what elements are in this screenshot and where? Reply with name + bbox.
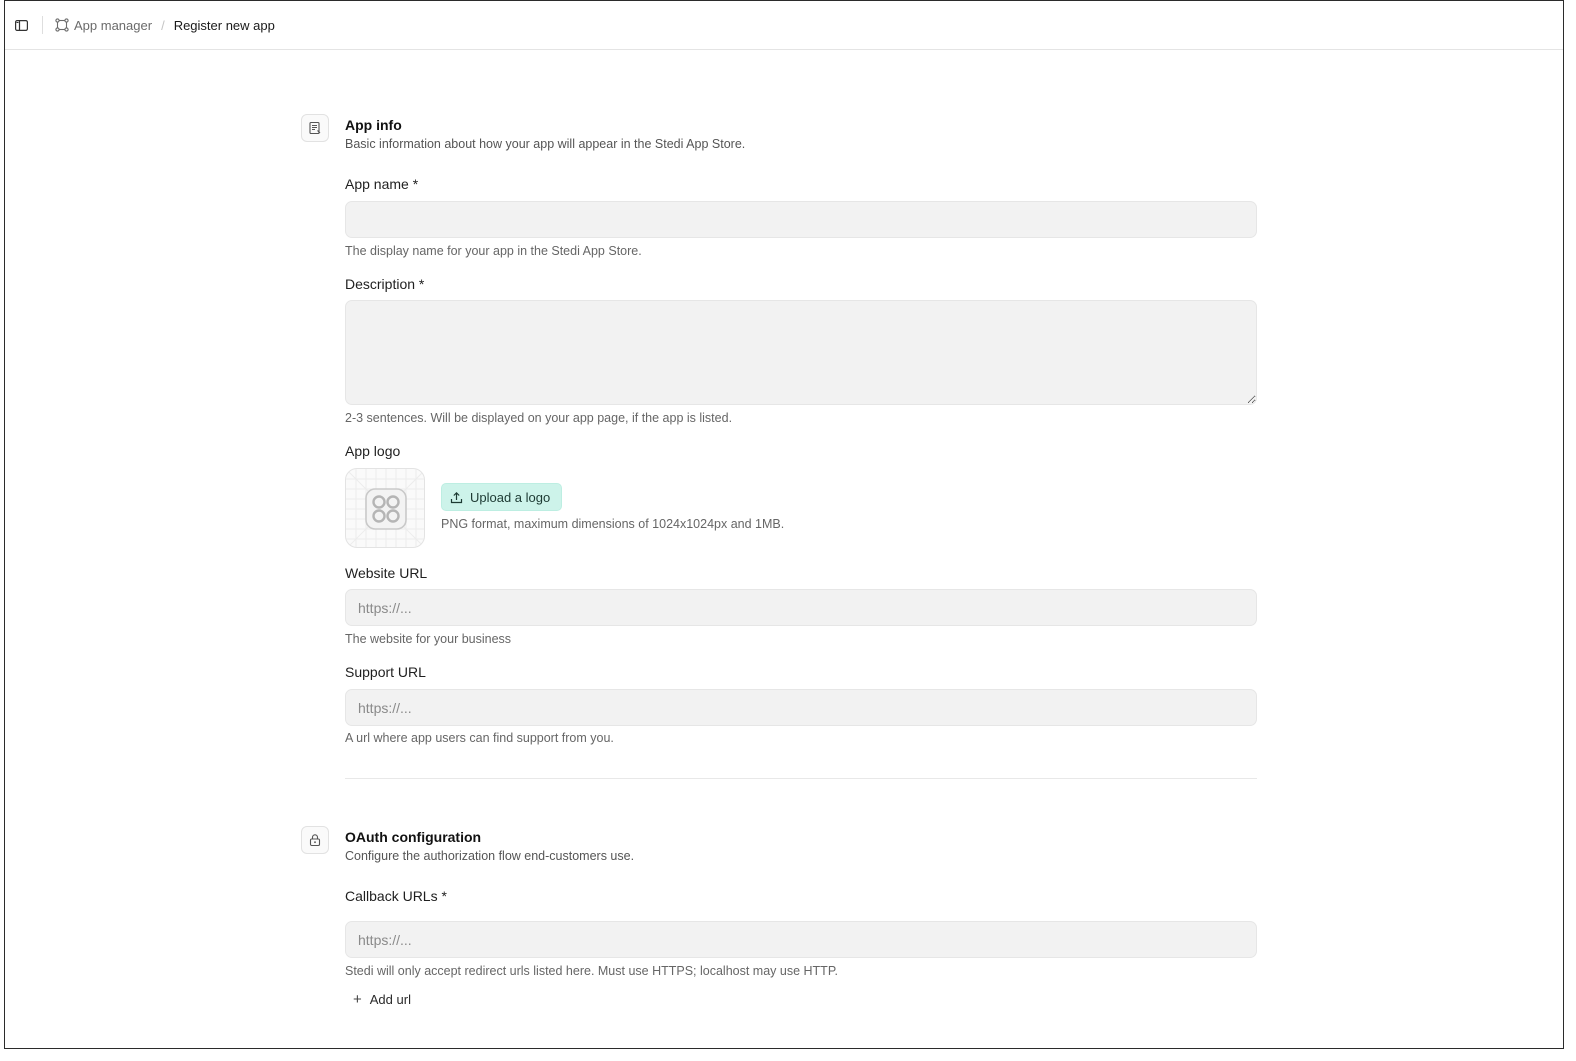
document-icon — [301, 114, 329, 142]
upload-icon — [450, 491, 463, 503]
app-window: App manager / Register new app App info … — [4, 0, 1564, 1049]
app-logo-placeholder-icon — [346, 469, 424, 547]
app-logo-help: PNG format, maximum dimensions of 1024x1… — [441, 517, 785, 531]
breadcrumb-current: Register new app — [173, 17, 275, 33]
description-label: Description * — [345, 276, 425, 292]
plus-icon: + — [353, 991, 362, 1008]
section-subtitle: Basic information about how your app wil… — [345, 137, 746, 151]
breadcrumb-separator: / — [161, 17, 165, 33]
upload-logo-button[interactable]: Upload a logo — [441, 483, 563, 511]
section-title: OAuth configuration — [345, 829, 482, 845]
add-url-button[interactable]: + Add url — [353, 992, 411, 1007]
callback-urls-label: Callback URLs * — [345, 888, 447, 904]
support-url-help: A url where app users can find support f… — [345, 731, 614, 745]
app-name-label: App name * — [345, 176, 419, 192]
support-url-label: Support URL — [345, 664, 426, 680]
support-url-input[interactable] — [345, 689, 1257, 726]
oauth-body: OAuth configuration Configure the author… — [345, 826, 1257, 1007]
app-name-input[interactable] — [345, 201, 1257, 238]
logo-placeholder — [345, 468, 425, 548]
breadcrumb: App manager / Register new app — [55, 18, 275, 33]
app-info-body: App info Basic information about how you… — [345, 114, 1257, 779]
section-subtitle: Configure the authorization flow end-cus… — [345, 849, 635, 863]
website-url-help: The website for your business — [345, 632, 512, 646]
upload-logo-label: Upload a logo — [470, 489, 551, 505]
callback-url-input[interactable] — [345, 921, 1257, 958]
website-url-label: Website URL — [345, 565, 428, 581]
app-name-help: The display name for your app in the Ste… — [345, 244, 642, 258]
app-logo-label: App logo — [345, 443, 401, 459]
sidebar-toggle-icon[interactable] — [14, 18, 28, 32]
top-bar: App manager / Register new app — [5, 1, 1563, 50]
description-textarea[interactable] — [345, 300, 1257, 405]
website-url-input[interactable] — [345, 589, 1257, 626]
section-divider — [345, 778, 1257, 779]
breadcrumb-parent-label: App manager — [74, 17, 153, 33]
lock-icon — [301, 826, 329, 854]
description-help: 2-3 sentences. Will be displayed on your… — [345, 411, 733, 425]
section-title: App info — [345, 117, 402, 133]
breadcrumb-app-manager[interactable]: App manager — [55, 18, 152, 33]
app-manager-icon — [55, 18, 69, 32]
callback-urls-help: Stedi will only accept redirect urls lis… — [345, 964, 839, 978]
topbar-divider — [42, 16, 43, 34]
add-url-label: Add url — [369, 992, 411, 1007]
